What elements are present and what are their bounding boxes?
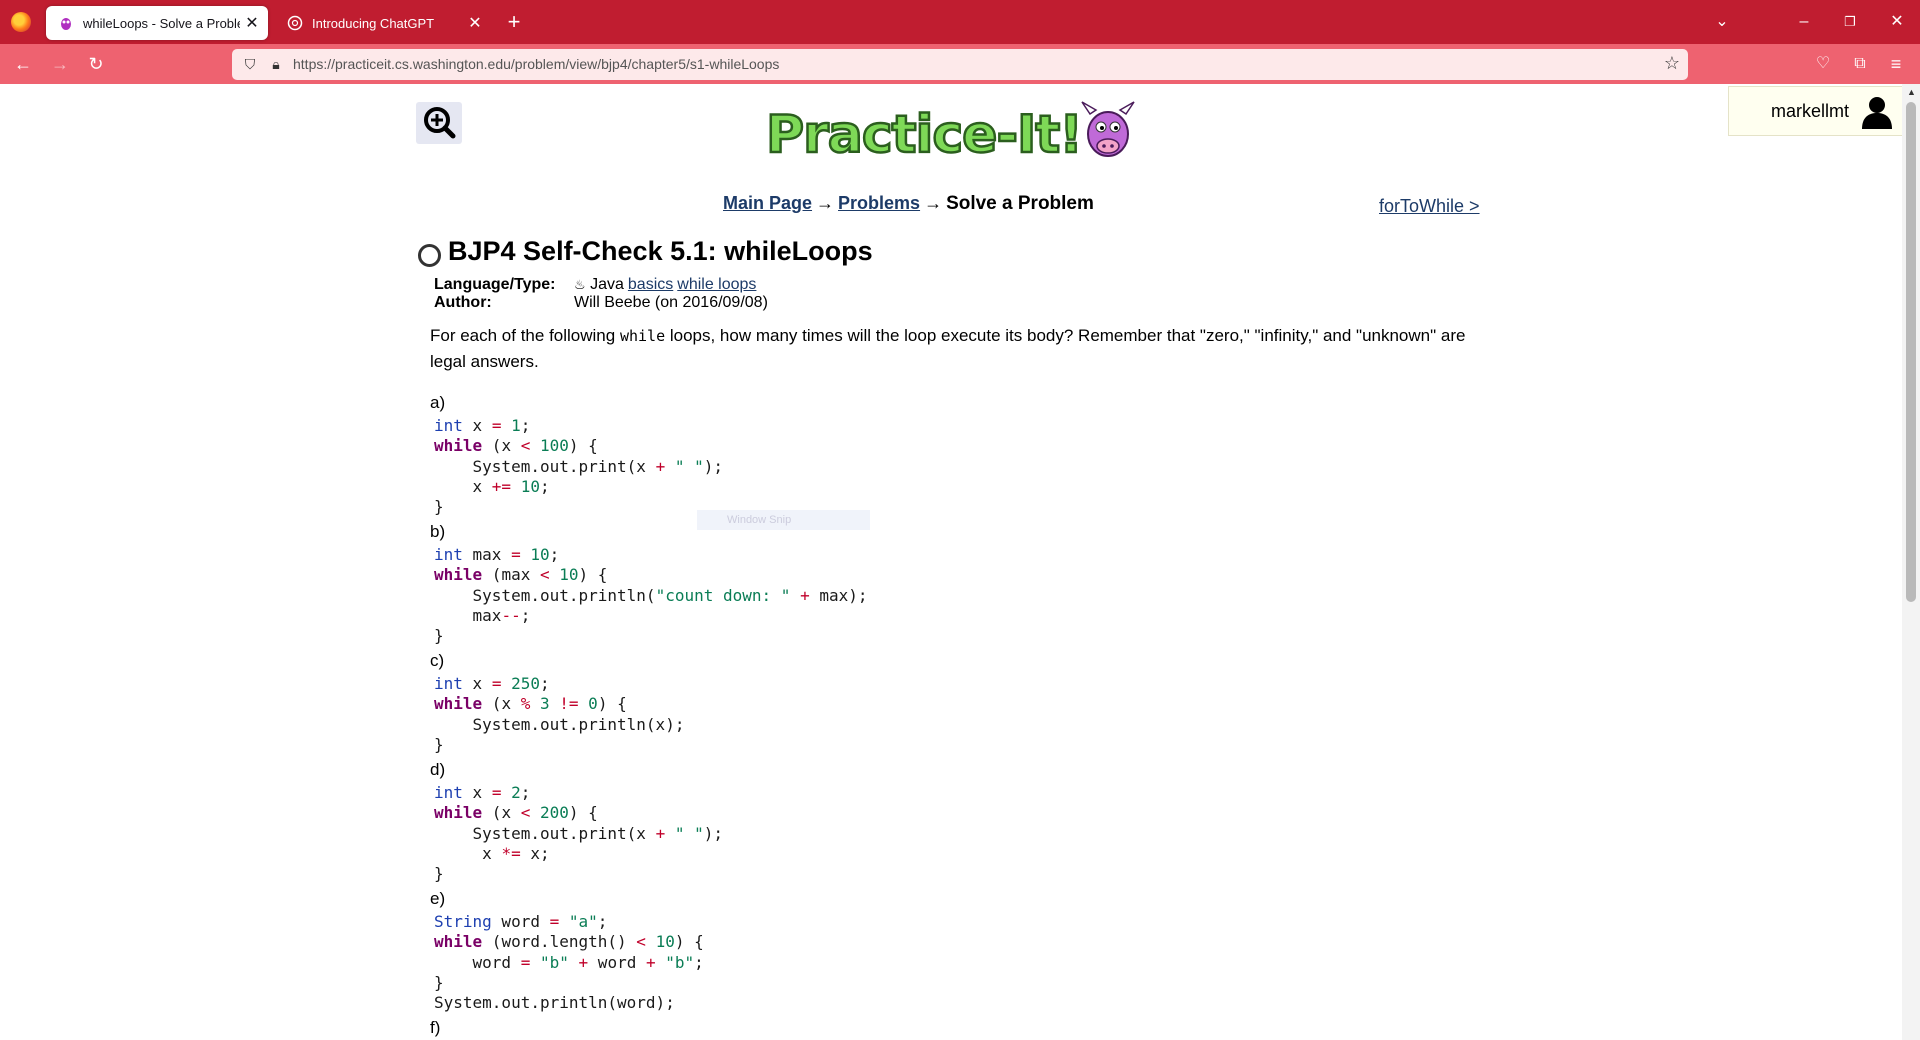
list-tabs-icon[interactable]: ⌄	[1699, 0, 1745, 44]
cow-mascot-icon	[1081, 101, 1135, 157]
scrollbar-thumb[interactable]	[1906, 102, 1916, 602]
menu-icon[interactable]: ≡	[1882, 50, 1910, 78]
breadcrumb-arrow: →	[924, 193, 943, 213]
lock-icon[interactable]: 🔒︎	[266, 54, 286, 74]
breadcrumb-main-page-link[interactable]: Main Page	[723, 193, 812, 213]
scroll-up-icon[interactable]: ▲	[1907, 87, 1916, 97]
question-label-a: a)	[430, 393, 446, 412]
pocket-icon[interactable]: ♡	[1809, 50, 1837, 78]
username[interactable]: markellmt	[1771, 101, 1849, 122]
practiceit-cow-icon	[61, 18, 71, 30]
firefox-menu-icon[interactable]	[11, 12, 31, 32]
page-scrollbar[interactable]: ▲	[1902, 84, 1920, 1040]
tab-title: whileLoops - Solve a Problem -	[83, 15, 240, 31]
reload-icon[interactable]: ↻	[82, 50, 110, 78]
zoom-in-button[interactable]	[416, 102, 462, 144]
next-problem-link[interactable]: forToWhile >	[1379, 196, 1480, 217]
breadcrumb-current: Solve a Problem	[946, 193, 1094, 214]
problem-status-icon	[418, 244, 441, 267]
url-text[interactable]: https://practiceit.cs.washington.edu/pro…	[293, 56, 779, 72]
tag-while-loops-link[interactable]: while loops	[677, 276, 756, 293]
question-label-e: e)	[430, 889, 446, 908]
language-label: Language/Type:	[434, 276, 556, 293]
close-window-icon[interactable]: ✕	[1874, 0, 1920, 44]
code-block-d: int x = 2; while (x < 200) { System.out.…	[434, 783, 724, 884]
code-block-e: String word = "a"; while (word.length() …	[434, 912, 704, 1013]
desc-text: For each of the following	[430, 326, 620, 345]
user-icon[interactable]	[1861, 95, 1893, 129]
java-icon: ♨	[574, 277, 586, 292]
bookmark-star-icon[interactable]: ☆	[1664, 53, 1680, 74]
forward-icon[interactable]: →	[46, 50, 74, 78]
tab-whileloops[interactable]: whileLoops - Solve a Problem - ✕	[46, 6, 268, 40]
minimize-icon[interactable]: –	[1781, 0, 1827, 44]
breadcrumb-arrow: →	[816, 193, 835, 213]
close-tab-icon[interactable]: ✕	[463, 13, 487, 33]
author-label: Author:	[434, 294, 492, 311]
zoom-in-icon	[424, 107, 456, 139]
question-label-c: c)	[430, 651, 445, 670]
practice-it-logo[interactable]: Practice-It!	[762, 96, 1142, 166]
problem-title: BJP4 Self-Check 5.1: whileLoops	[448, 236, 873, 266]
breadcrumb: Main Page → Problems → Solve a Problem	[723, 193, 1094, 215]
tab-introducing-chatgpt[interactable]: Introducing ChatGPT ✕	[275, 6, 491, 40]
new-tab-button[interactable]: +	[500, 9, 528, 37]
author-value: Will Beebe (on 2016/09/08)	[574, 294, 768, 311]
code-block-a: int x = 1; while (x < 100) { System.out.…	[434, 416, 724, 517]
back-icon[interactable]: ←	[9, 50, 37, 78]
language-value: ♨ Java basics while loops	[574, 276, 756, 294]
problem-description: For each of the following while loops, h…	[430, 323, 1470, 375]
svg-text:Practice-It!: Practice-It!	[766, 105, 1082, 165]
desc-code-while: while	[619, 327, 666, 345]
openai-icon	[287, 15, 303, 31]
tag-basics-link[interactable]: basics	[628, 276, 673, 293]
code-block-b: int max = 10; while (max < 10) { System.…	[434, 545, 868, 646]
tab-title: Introducing ChatGPT	[312, 15, 435, 31]
close-tab-icon[interactable]: ✕	[240, 13, 264, 33]
breadcrumb-problems-link[interactable]: Problems	[838, 193, 920, 213]
question-label-d: d)	[430, 760, 446, 779]
url-bar[interactable]: ⛉ 🔒︎ https://practiceit.cs.washington.ed…	[232, 49, 1688, 80]
shield-icon[interactable]: ⛉	[240, 54, 260, 74]
language-name: Java	[590, 276, 624, 293]
code-block-c: int x = 250; while (x % 3 != 0) { System…	[434, 674, 685, 754]
question-label-b: b)	[430, 522, 446, 541]
user-box[interactable]: markellmt	[1728, 86, 1906, 136]
restore-icon[interactable]: ❐	[1827, 0, 1873, 44]
browser-tab-bar: whileLoops - Solve a Problem - ✕ Introdu…	[0, 0, 1920, 44]
window-snip-overlay: Window Snip	[697, 510, 870, 530]
question-label-f: f)	[430, 1018, 441, 1037]
extensions-icon[interactable]: ⧉	[1846, 50, 1874, 78]
